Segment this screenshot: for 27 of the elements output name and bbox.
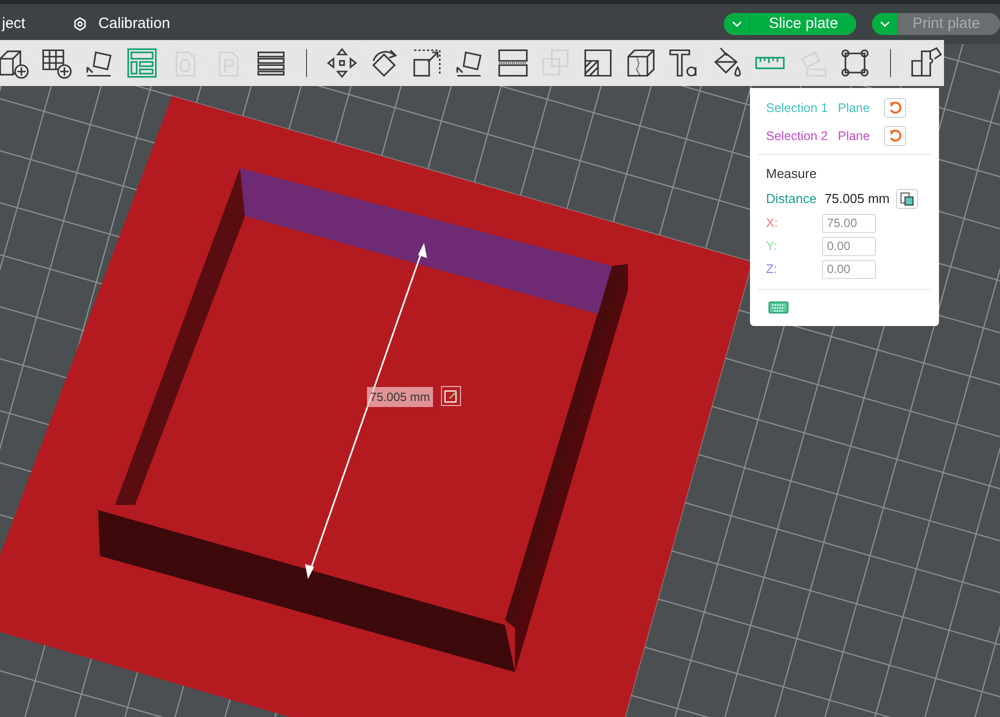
selection-type: Plane xyxy=(838,100,870,117)
slice-plate-button[interactable]: Slice plate xyxy=(724,13,856,35)
axis-label: Y: xyxy=(766,238,778,255)
distance-label: Distance xyxy=(766,190,817,208)
edit-button[interactable] xyxy=(441,386,461,406)
menu-tab[interactable]: ject xyxy=(2,12,26,36)
selection-type: Plane xyxy=(838,128,870,145)
dimension-label: 75.005 mm xyxy=(367,387,434,407)
undo-icon xyxy=(888,129,902,143)
input-field[interactable]: 0.00 xyxy=(822,260,876,278)
selection-label: Selection 2 xyxy=(766,128,828,145)
undo-icon xyxy=(888,101,902,115)
axis-label: Z: xyxy=(766,260,778,278)
copy-icon xyxy=(900,192,914,206)
reset-button[interactable] xyxy=(884,126,906,146)
caret-icon[interactable] xyxy=(732,21,742,27)
axis-label: X: xyxy=(766,214,778,232)
reset-button[interactable] xyxy=(884,98,906,118)
selection-label: Selection 1 xyxy=(766,100,828,117)
pencil-icon xyxy=(444,389,458,403)
menu-tab[interactable]: Calibration xyxy=(98,12,170,36)
input-field[interactable]: 0.00 xyxy=(822,236,876,256)
keyboard-icon[interactable] xyxy=(768,300,789,314)
section-title: Measure xyxy=(765,165,818,183)
copy-button[interactable] xyxy=(896,188,918,208)
distance-value: 75.005 mm xyxy=(824,190,890,208)
input-field[interactable]: 75.00 xyxy=(822,214,876,232)
